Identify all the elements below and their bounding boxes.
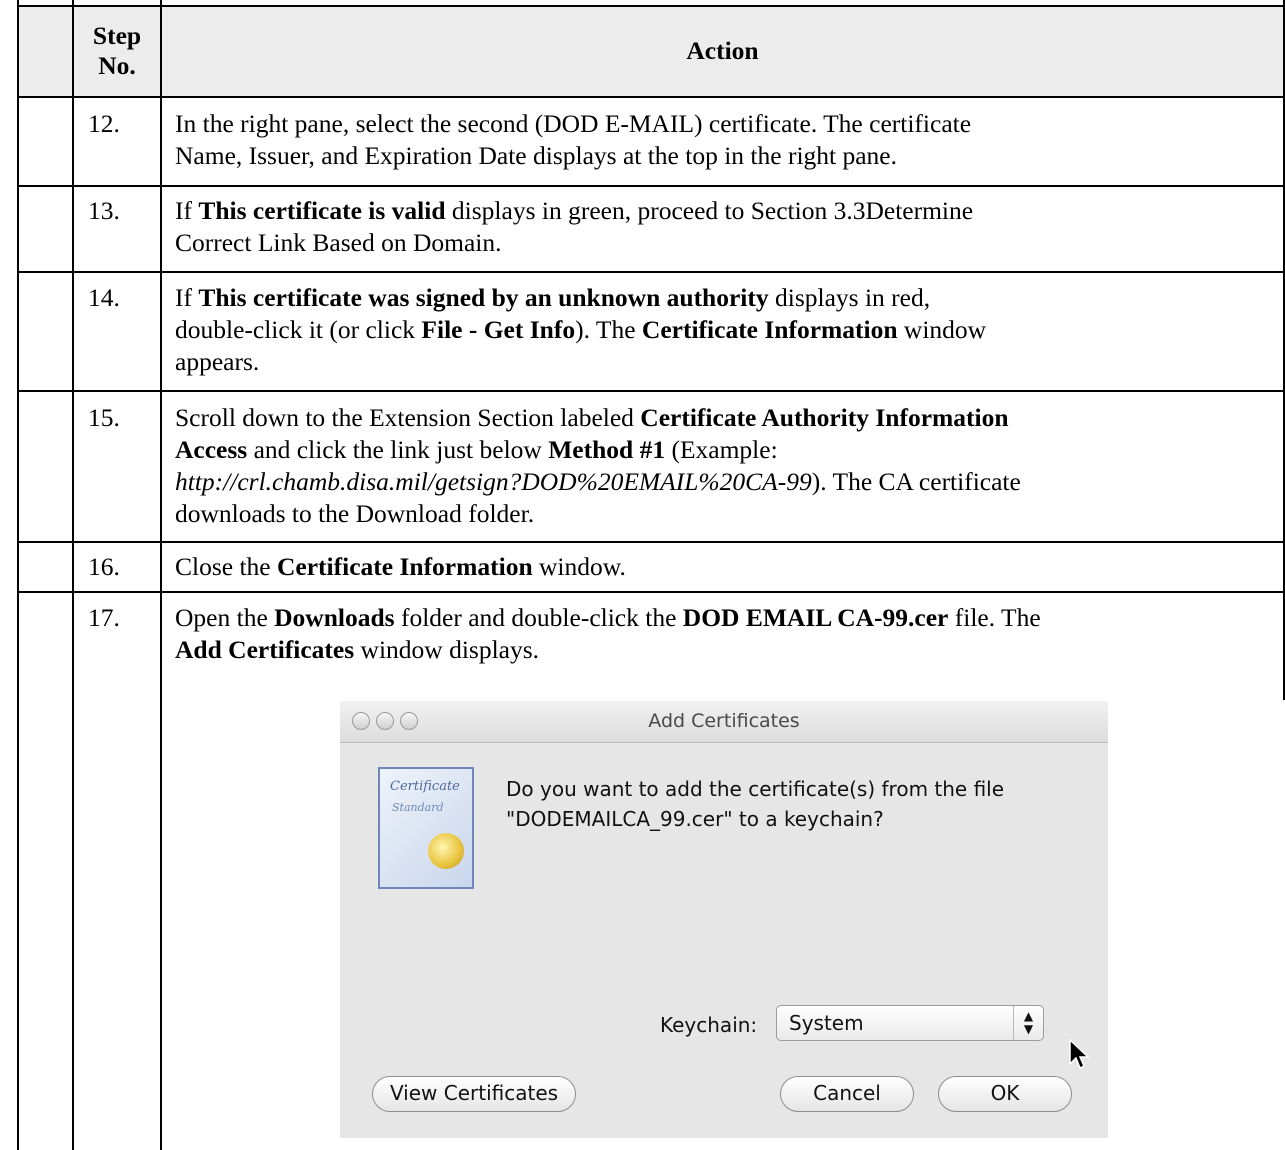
- action-text: Close the: [175, 552, 277, 581]
- action-text: If: [175, 283, 199, 312]
- action-text: Scroll down to the Extension Section lab…: [175, 403, 641, 432]
- step-action-text: In the right pane, select the second (DO…: [175, 108, 1275, 172]
- row-divider: [17, 96, 1285, 98]
- certificate-icon-text: Certificate: [390, 779, 460, 794]
- dialog-message-line: Do you want to add the certificate(s) fr…: [506, 777, 1005, 801]
- dialog-message-line: "DODEMAILCA_99.cer" to a keychain?: [506, 807, 884, 831]
- table-border-right: [1283, 0, 1285, 700]
- action-text: folder and double-click the: [394, 603, 683, 632]
- step-action-text: Scroll down to the Extension Section lab…: [175, 402, 1275, 530]
- action-text: and click the link just below: [247, 435, 549, 464]
- header-step-no: Step No.: [74, 21, 160, 81]
- dialog-message: Do you want to add the certificate(s) fr…: [506, 774, 1066, 834]
- action-emphasis: Certificate Information: [277, 552, 533, 581]
- action-text: displays in red,: [768, 283, 931, 312]
- example-link-text: http://crl.chamb.disa.mil/getsign?DOD%20…: [175, 467, 812, 496]
- step-action-text: Close the Certificate Information window…: [175, 551, 1275, 583]
- step-number: 13.: [88, 196, 120, 225]
- step-number: 15.: [88, 403, 120, 432]
- action-text: ). The: [575, 315, 642, 344]
- action-text: Name, Issuer, and Expiration Date displa…: [175, 141, 897, 170]
- row-divider: [17, 185, 1285, 187]
- add-certificates-dialog: Add Certificates Certificate Standard Do…: [340, 701, 1108, 1138]
- step-number: 16.: [88, 552, 120, 581]
- cancel-button[interactable]: Cancel: [780, 1076, 914, 1112]
- keychain-select[interactable]: System ▲ ▼: [776, 1005, 1044, 1041]
- dialog-title: Add Certificates: [648, 710, 800, 732]
- row-divider: [17, 271, 1285, 273]
- certificate-icon: Certificate Standard: [378, 767, 474, 889]
- dialog-titlebar: Add Certificates: [340, 701, 1108, 743]
- keychain-selected-value: System: [789, 1011, 864, 1035]
- seal-icon: [428, 833, 464, 869]
- step-action-text: If This certificate is valid displays in…: [175, 195, 1275, 259]
- action-emphasis: File - Get Info: [421, 315, 576, 344]
- header-step-no-label: Step No.: [92, 21, 142, 80]
- action-text: window.: [532, 552, 626, 581]
- action-text: In the right pane, select the second (DO…: [175, 109, 972, 138]
- row-divider: [17, 390, 1285, 392]
- table-column-divider-2: [160, 0, 162, 1150]
- action-text: Correct Link Based on Domain.: [175, 228, 502, 257]
- action-text: double-click it (or click: [175, 315, 422, 344]
- table-column-divider-1: [72, 0, 74, 1150]
- header-action: Action: [162, 36, 1283, 66]
- mouse-pointer-icon: [1069, 1038, 1090, 1070]
- action-text: ). The CA certificate: [811, 467, 1021, 496]
- action-emphasis: Certificate Authority Information: [640, 403, 1009, 432]
- row-divider: [17, 591, 1285, 593]
- action-emphasis: Downloads: [274, 603, 395, 632]
- step-action-text: If This certificate was signed by an unk…: [175, 282, 1275, 378]
- ok-button[interactable]: OK: [938, 1076, 1072, 1112]
- action-emphasis: This certificate is valid: [198, 196, 446, 225]
- action-text: file. The: [948, 603, 1041, 632]
- row-divider: [17, 541, 1285, 543]
- updown-arrows-icon: ▲ ▼: [1013, 1006, 1043, 1040]
- action-emphasis: Access: [175, 435, 248, 464]
- step-number: 12.: [88, 109, 120, 138]
- step-action-text: Open the Downloads folder and double-cli…: [175, 602, 1275, 666]
- table-border-left: [17, 0, 19, 1150]
- view-certificates-button[interactable]: View Certificates: [372, 1076, 576, 1112]
- action-emphasis: This certificate was signed by an unknow…: [198, 283, 769, 312]
- action-text: displays in green, proceed to Section 3.…: [445, 196, 974, 225]
- action-text: window displays.: [354, 635, 540, 664]
- step-number: 14.: [88, 283, 120, 312]
- keychain-label: Keychain:: [660, 1013, 758, 1037]
- action-text: Open the: [175, 603, 275, 632]
- header-action-label: Action: [686, 36, 759, 65]
- action-text: If: [175, 196, 199, 225]
- certificate-icon-subtext: Standard: [392, 801, 444, 814]
- step-number: 17.: [88, 603, 120, 632]
- action-text: (Example:: [665, 435, 778, 464]
- action-emphasis: Add Certificates: [175, 635, 355, 664]
- action-emphasis: Certificate Information: [641, 315, 898, 344]
- action-text: downloads to the Download folder.: [175, 499, 535, 528]
- action-emphasis: Method #1: [548, 435, 666, 464]
- action-text: appears.: [175, 347, 260, 376]
- table-border-top: [17, 5, 1285, 7]
- action-emphasis: DOD EMAIL CA-99.cer: [682, 603, 949, 632]
- action-text: window: [897, 315, 987, 344]
